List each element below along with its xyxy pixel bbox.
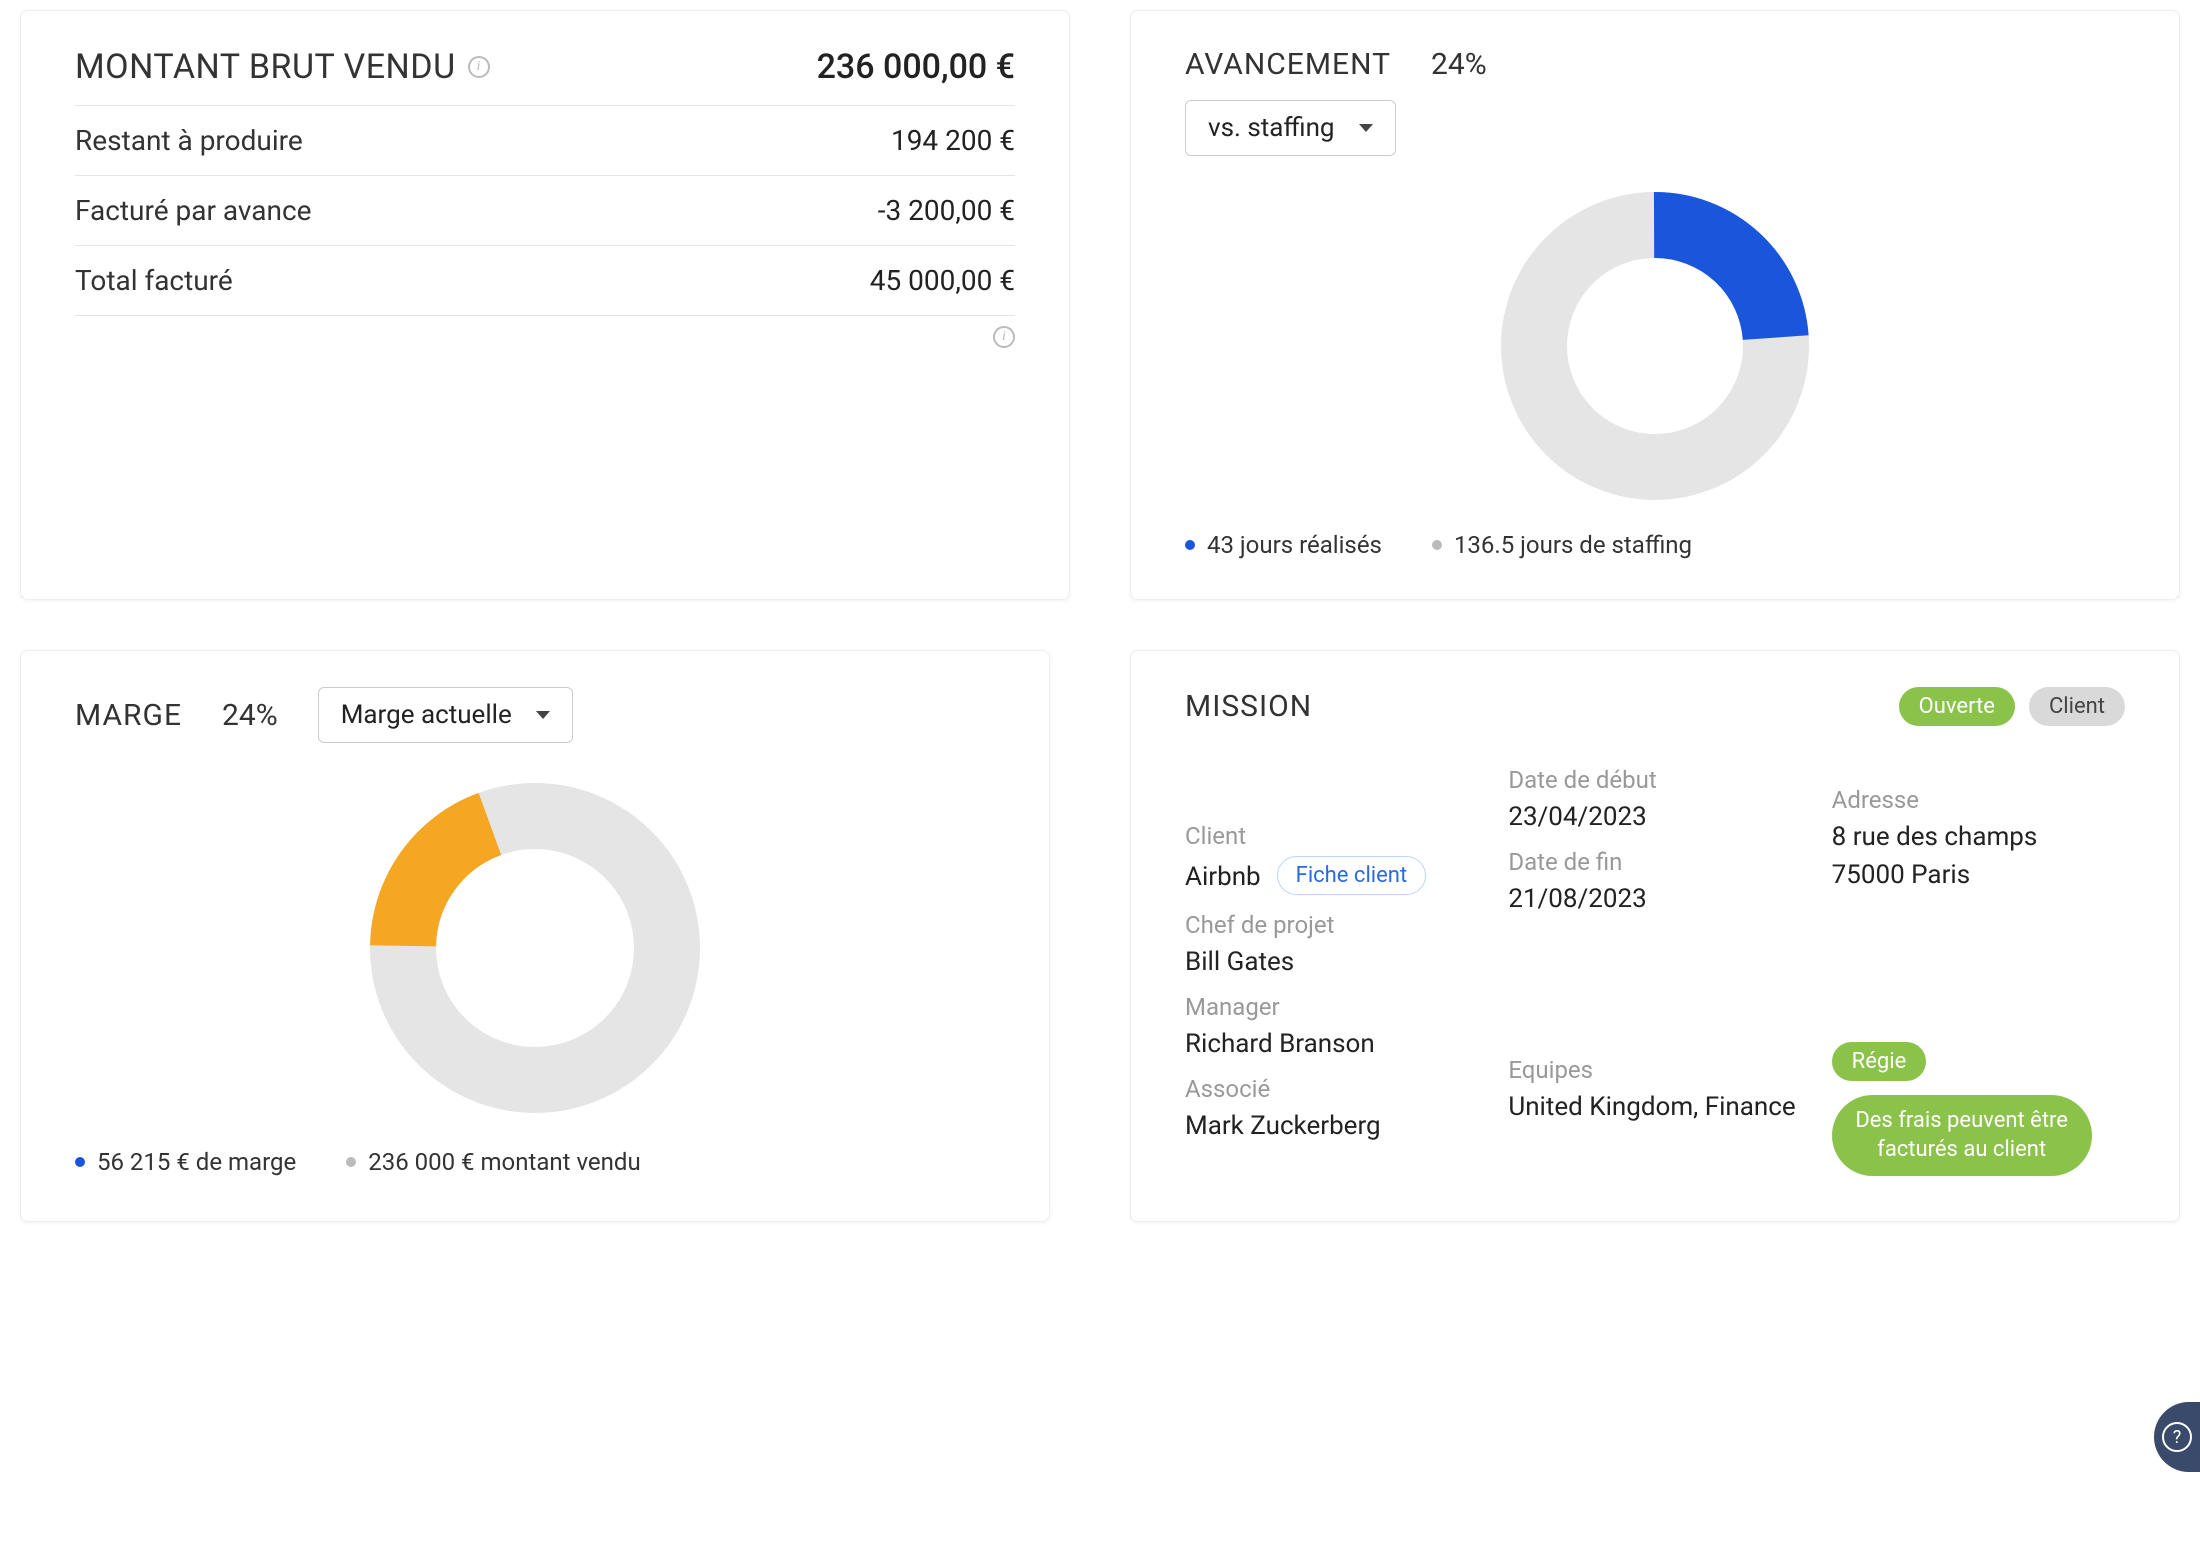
avancement-title: AVANCEMENT [1185,47,1391,82]
legend-dot-icon [75,1157,85,1167]
date-debut-label: Date de début [1508,766,1801,794]
marge-dropdown[interactable]: Marge actuelle [318,687,573,743]
avancement-dropdown-label: vs. staffing [1208,113,1335,143]
chevron-down-icon [536,711,550,719]
montant-row-label: Restant à produire [75,124,303,157]
manager-value: Richard Branson [1185,1029,1478,1059]
montant-card: MONTANT BRUT VENDU i 236 000,00 € Restan… [20,10,1070,600]
legend-item: 43 jours réalisés [1185,531,1382,559]
status-badge-client: Client [2029,687,2125,726]
montant-row: Restant à produire 194 200 € [75,106,1015,176]
status-badge-ouverte: Ouverte [1899,687,2015,726]
montant-total: 236 000,00 € [817,47,1015,87]
mission-card: MISSION Ouverte Client Client Airbnb Fic… [1130,650,2180,1222]
associe-label: Associé [1185,1075,1478,1103]
marge-title: MARGE [75,698,182,733]
associe-value: Mark Zuckerberg [1185,1111,1478,1141]
legend-item: 136.5 jours de staffing [1432,531,1692,559]
chef-label: Chef de projet [1185,911,1478,939]
info-icon[interactable]: i [468,56,490,78]
date-fin-label: Date de fin [1508,848,1801,876]
help-icon: ? [2162,1422,2192,1452]
marge-percent: 24% [222,698,278,733]
avancement-card: AVANCEMENT 24% vs. staffing 43 jours réa… [1130,10,2180,600]
chevron-down-icon [1359,124,1373,132]
chef-value: Bill Gates [1185,947,1478,977]
legend-item: 236 000 € montant vendu [346,1148,640,1176]
legend-text: 43 jours réalisés [1207,531,1382,559]
montant-title: MONTANT BRUT VENDU i [75,47,490,87]
client-label: Client [1185,822,1478,850]
montant-row-label: Total facturé [75,264,233,297]
help-button[interactable]: ? [2154,1402,2200,1472]
avancement-donut [1185,181,2125,511]
legend-item: 56 215 € de marge [75,1148,296,1176]
marge-donut [75,768,995,1128]
legend-dot-icon [346,1157,356,1167]
equipes-label: Equipes [1508,1056,1801,1084]
legend-dot-icon [1432,540,1442,550]
avancement-dropdown[interactable]: vs. staffing [1185,100,1396,156]
adresse-label: Adresse [1832,786,2125,814]
montant-row-value: 194 200 € [891,124,1015,157]
fiche-client-button[interactable]: Fiche client [1277,856,1427,895]
equipes-value: United Kingdom, Finance [1508,1092,1801,1122]
frais-note-badge: Des frais peuvent être facturés au clien… [1832,1095,2092,1176]
marge-card: MARGE 24% Marge actuelle 56 215 € de mar… [20,650,1050,1222]
montant-row-value: 45 000,00 € [870,264,1015,297]
date-fin-value: 21/08/2023 [1508,884,1801,914]
date-debut-value: 23/04/2023 [1508,802,1801,832]
avancement-percent: 24% [1431,47,1487,82]
montant-row: Facturé par avance -3 200,00 € [75,176,1015,246]
montant-row-value: -3 200,00 € [878,194,1015,227]
mission-title: MISSION [1185,689,1312,724]
adresse-line1: 8 rue des champs [1832,822,2125,852]
legend-dot-icon [1185,540,1195,550]
legend-text: 56 215 € de marge [97,1148,296,1176]
marge-dropdown-label: Marge actuelle [341,700,512,730]
montant-title-text: MONTANT BRUT VENDU [75,47,456,87]
manager-label: Manager [1185,993,1478,1021]
legend-text: 236 000 € montant vendu [368,1148,640,1176]
regie-badge: Régie [1832,1042,1927,1081]
montant-row: Total facturé 45 000,00 € [75,246,1015,316]
client-value: Airbnb [1185,862,1261,892]
montant-row-label: Facturé par avance [75,194,311,227]
info-icon[interactable]: i [993,326,1015,348]
adresse-line2: 75000 Paris [1832,860,2125,890]
legend-text: 136.5 jours de staffing [1454,531,1692,559]
